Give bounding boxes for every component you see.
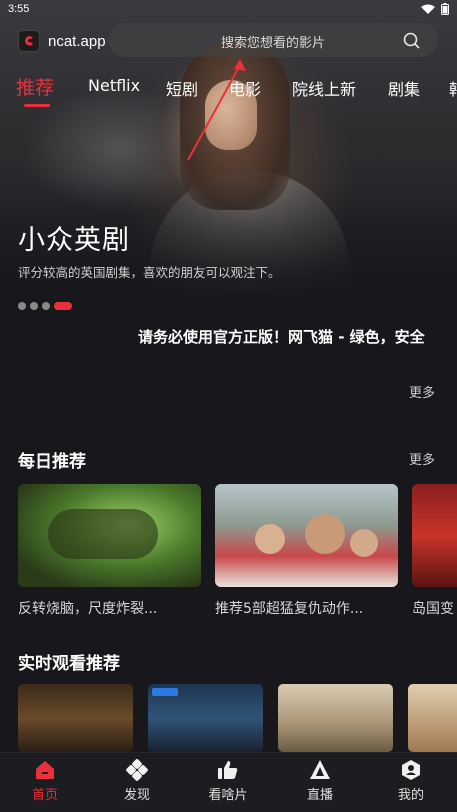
search-placeholder: 搜索您想看的影片	[220, 36, 325, 51]
bottom-navigation: 首页 发现 看啥片 直播 我的	[0, 752, 457, 812]
status-bar: 3:55	[0, 0, 457, 22]
nav-live[interactable]: 直播	[285, 759, 355, 803]
realtime-poster[interactable]	[408, 684, 457, 752]
nav-what-to-watch-label: 看啥片	[208, 788, 248, 803]
hero-subtitle: 评分较高的英国剧集，喜欢的朋友可以观注下。	[18, 265, 281, 280]
notice-more-link[interactable]: 更多	[409, 382, 435, 401]
daily-card-thumbnail[interactable]	[412, 484, 457, 587]
hero-title: 小众英剧	[18, 225, 130, 256]
notice-marquee: 请务必使用官方正版！网飞猫 - 绿色，安全	[138, 328, 425, 346]
discover-icon	[126, 759, 148, 781]
daily-section-title: 每日推荐	[18, 452, 86, 472]
search-bar[interactable]: 搜索您想看的影片	[108, 23, 438, 57]
carousel-dot[interactable]	[30, 302, 38, 310]
daily-card-thumbnail[interactable]	[18, 484, 201, 587]
status-icons	[421, 3, 449, 15]
realtime-poster[interactable]	[18, 684, 133, 752]
tab-netflix[interactable]: Netflix	[88, 76, 140, 95]
daily-card-caption[interactable]: 岛国变	[412, 598, 457, 618]
nav-home[interactable]: 首页	[10, 759, 80, 803]
nav-profile-label: 我的	[397, 788, 424, 803]
realtime-poster[interactable]	[278, 684, 393, 752]
app-name: ncat.app	[48, 32, 106, 50]
profile-icon	[402, 760, 420, 780]
daily-card-caption[interactable]: 反转烧脑，尺度炸裂...	[18, 598, 201, 618]
daily-card-thumbnail[interactable]	[215, 484, 398, 587]
category-tabs: 推荐 Netflix 短剧 电影 院线上新 剧集 韩	[0, 70, 457, 110]
nav-profile[interactable]: 我的	[376, 759, 446, 803]
tab-movie[interactable]: 电影	[229, 76, 261, 100]
app-screen: 3:55 ncat.app 搜索您想看的影片 推荐 Netflix 短剧 电影 …	[0, 0, 457, 812]
battery-icon	[441, 3, 449, 15]
realtime-section-title: 实时观看推荐	[18, 654, 120, 674]
carousel-indicator	[18, 302, 72, 310]
carousel-dot[interactable]	[42, 302, 50, 310]
home-icon	[36, 761, 54, 779]
nav-live-label: 直播	[306, 788, 333, 803]
tab-recommend[interactable]: 推荐	[16, 73, 54, 100]
nav-what-to-watch[interactable]: 看啥片	[193, 759, 263, 803]
tab-cinema-new[interactable]: 院线上新	[292, 76, 356, 100]
tab-korean[interactable]: 韩	[449, 76, 457, 100]
daily-card-caption[interactable]: 推荐5部超猛复仇动作...	[215, 598, 398, 618]
wifi-icon	[421, 4, 435, 14]
app-logo[interactable]: ncat.app	[18, 30, 106, 52]
thumbs-up-icon	[218, 761, 238, 779]
carousel-dot-active[interactable]	[54, 302, 72, 310]
nav-home-label: 首页	[31, 788, 58, 803]
tab-short-drama[interactable]: 短剧	[166, 76, 198, 100]
nav-discover[interactable]: 发现	[102, 759, 172, 803]
carousel-dot[interactable]	[18, 302, 26, 310]
realtime-poster[interactable]	[148, 684, 263, 752]
tab-series[interactable]: 剧集	[388, 76, 420, 100]
search-icon[interactable]	[403, 32, 420, 49]
status-time: 3:55	[8, 3, 30, 15]
nav-discover-label: 发现	[123, 788, 150, 803]
daily-more-link[interactable]: 更多	[409, 449, 435, 468]
logo-icon	[18, 30, 40, 52]
live-icon	[310, 760, 330, 779]
active-tab-indicator	[24, 104, 50, 107]
